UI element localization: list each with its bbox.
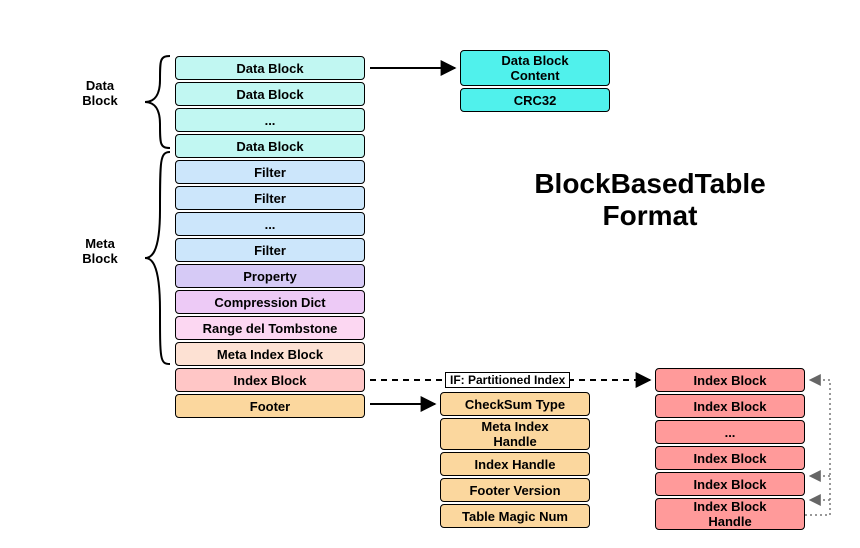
footer-4: Table Magic Num bbox=[440, 504, 590, 528]
footer-3: Footer Version bbox=[440, 478, 590, 502]
group-label-meta: Meta Block bbox=[60, 236, 140, 266]
brace-meta bbox=[145, 152, 170, 364]
main-6: ... bbox=[175, 212, 365, 236]
main-7: Filter bbox=[175, 238, 365, 262]
main-1: Data Block bbox=[175, 82, 365, 106]
main-8: Property bbox=[175, 264, 365, 288]
indexp-2: ... bbox=[655, 420, 805, 444]
content-1: CRC32 bbox=[460, 88, 610, 112]
connector-handle-loop bbox=[805, 380, 830, 515]
brace-data bbox=[145, 56, 170, 148]
indexp-4: Index Block bbox=[655, 472, 805, 496]
main-11: Meta Index Block bbox=[175, 342, 365, 366]
title-line2: Format bbox=[500, 200, 800, 232]
title-line1: BlockBasedTable bbox=[500, 168, 800, 200]
if-partitioned-label: IF: Partitioned Index bbox=[445, 372, 570, 388]
main-4: Filter bbox=[175, 160, 365, 184]
footer-0: CheckSum Type bbox=[440, 392, 590, 416]
group-label-data: Data Block bbox=[60, 78, 140, 108]
main-13: Footer bbox=[175, 394, 365, 418]
main-12: Index Block bbox=[175, 368, 365, 392]
main-2: ... bbox=[175, 108, 365, 132]
indexp-3: Index Block bbox=[655, 446, 805, 470]
main-5: Filter bbox=[175, 186, 365, 210]
main-10: Range del Tombstone bbox=[175, 316, 365, 340]
content-0: Data Block Content bbox=[460, 50, 610, 86]
indexp-5: Index Block Handle bbox=[655, 498, 805, 530]
indexp-1: Index Block bbox=[655, 394, 805, 418]
main-0: Data Block bbox=[175, 56, 365, 80]
indexp-0: Index Block bbox=[655, 368, 805, 392]
footer-1: Meta Index Handle bbox=[440, 418, 590, 450]
diagram-stage: { "title_line1": "BlockBasedTable", "tit… bbox=[0, 0, 860, 548]
main-9: Compression Dict bbox=[175, 290, 365, 314]
main-3: Data Block bbox=[175, 134, 365, 158]
footer-2: Index Handle bbox=[440, 452, 590, 476]
